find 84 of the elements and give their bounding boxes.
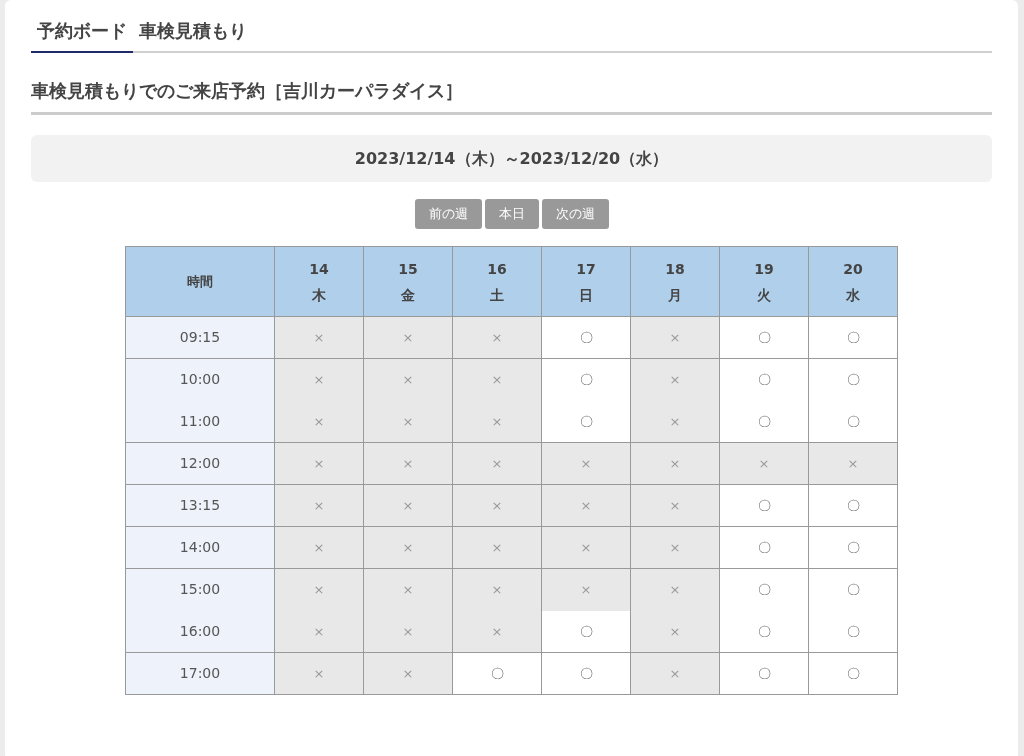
slot-cell: × bbox=[363, 526, 453, 569]
slot-cell: × bbox=[452, 316, 542, 359]
slot-cell: × bbox=[363, 316, 453, 359]
day-header-cell: 16 土 bbox=[452, 246, 542, 317]
tab[interactable]: 予約ボード bbox=[31, 10, 133, 53]
time-cell: 13:15 bbox=[125, 484, 275, 527]
slot-cell[interactable]: 〇 bbox=[719, 358, 809, 401]
slot-cell: × bbox=[541, 484, 631, 527]
slot-cell: × bbox=[630, 316, 720, 359]
slot-cell: × bbox=[363, 610, 453, 653]
slot-cell[interactable]: 〇 bbox=[808, 400, 898, 443]
time-cell: 10:00 bbox=[125, 358, 275, 401]
slot-cell[interactable]: 〇 bbox=[719, 610, 809, 653]
slot-cell[interactable]: 〇 bbox=[719, 526, 809, 569]
slot-cell: × bbox=[630, 610, 720, 653]
slot-cell: × bbox=[274, 484, 364, 527]
time-cell: 17:00 bbox=[125, 652, 275, 695]
slot-cell: × bbox=[630, 358, 720, 401]
slot-cell: × bbox=[274, 400, 364, 443]
slot-cell[interactable]: 〇 bbox=[719, 400, 809, 443]
time-cell: 09:15 bbox=[125, 316, 275, 359]
slot-cell: × bbox=[363, 400, 453, 443]
slot-cell[interactable]: 〇 bbox=[808, 526, 898, 569]
slot-cell: × bbox=[452, 610, 542, 653]
slot-cell: × bbox=[363, 358, 453, 401]
slot-cell[interactable]: 〇 bbox=[541, 316, 631, 359]
slot-cell: × bbox=[630, 484, 720, 527]
time-cell: 16:00 bbox=[125, 610, 275, 653]
time-cell: 14:00 bbox=[125, 526, 275, 569]
day-header-cell: 15 金 bbox=[363, 246, 453, 317]
time-cell: 11:00 bbox=[125, 400, 275, 443]
slot-cell: × bbox=[452, 568, 542, 611]
slot-cell[interactable]: 〇 bbox=[452, 652, 542, 695]
day-header-cell: 14 木 bbox=[274, 246, 364, 317]
day-header-cell: 19 火 bbox=[719, 246, 809, 317]
slot-cell: × bbox=[630, 400, 720, 443]
page-heading: 車検見積もりでのご来店予約［吉川カーパラダイス］ bbox=[31, 77, 992, 115]
slot-cell: × bbox=[274, 442, 364, 485]
slot-cell: × bbox=[363, 652, 453, 695]
slot-cell[interactable]: 〇 bbox=[719, 652, 809, 695]
slot-cell: × bbox=[274, 610, 364, 653]
slot-cell: × bbox=[363, 568, 453, 611]
slot-cell[interactable]: 〇 bbox=[719, 484, 809, 527]
slot-cell: × bbox=[630, 652, 720, 695]
slot-cell[interactable]: 〇 bbox=[808, 358, 898, 401]
slot-cell[interactable]: 〇 bbox=[808, 568, 898, 611]
slot-cell: × bbox=[630, 568, 720, 611]
slot-cell: × bbox=[274, 316, 364, 359]
slot-cell: × bbox=[363, 442, 453, 485]
slot-cell[interactable]: 〇 bbox=[719, 316, 809, 359]
slot-cell: × bbox=[363, 484, 453, 527]
slot-cell: × bbox=[452, 358, 542, 401]
date-range-bar: 2023/12/14（木）～2023/12/20（水） bbox=[31, 135, 992, 182]
day-header-cell: 17 日 bbox=[541, 246, 631, 317]
time-header-cell: 時間 bbox=[125, 246, 275, 317]
slot-cell[interactable]: 〇 bbox=[808, 316, 898, 359]
slot-cell: × bbox=[719, 442, 809, 485]
slot-cell[interactable]: 〇 bbox=[808, 652, 898, 695]
day-header-cell: 18 月 bbox=[630, 246, 720, 317]
slot-cell: × bbox=[274, 526, 364, 569]
slot-cell[interactable]: 〇 bbox=[719, 568, 809, 611]
time-cell: 15:00 bbox=[125, 568, 275, 611]
slot-cell: × bbox=[452, 400, 542, 443]
slot-cell: × bbox=[274, 652, 364, 695]
day-header-cell: 20 水 bbox=[808, 246, 898, 317]
slot-cell: × bbox=[452, 442, 542, 485]
time-cell: 12:00 bbox=[125, 442, 275, 485]
slot-cell: × bbox=[274, 568, 364, 611]
slot-cell: × bbox=[808, 442, 898, 485]
slot-cell[interactable]: 〇 bbox=[541, 652, 631, 695]
slot-cell: × bbox=[630, 526, 720, 569]
slot-cell[interactable]: 〇 bbox=[808, 610, 898, 653]
slot-cell: × bbox=[274, 358, 364, 401]
tab[interactable]: 車検見積もり bbox=[133, 10, 253, 53]
slot-cell[interactable]: 〇 bbox=[541, 358, 631, 401]
slot-cell: × bbox=[452, 526, 542, 569]
slot-cell[interactable]: 〇 bbox=[808, 484, 898, 527]
slot-cell: × bbox=[630, 442, 720, 485]
slot-cell: × bbox=[541, 526, 631, 569]
slot-cell: × bbox=[541, 442, 631, 485]
slot-cell: × bbox=[541, 568, 631, 611]
slot-cell[interactable]: 〇 bbox=[541, 610, 631, 653]
slot-cell[interactable]: 〇 bbox=[541, 400, 631, 443]
slot-cell: × bbox=[452, 484, 542, 527]
